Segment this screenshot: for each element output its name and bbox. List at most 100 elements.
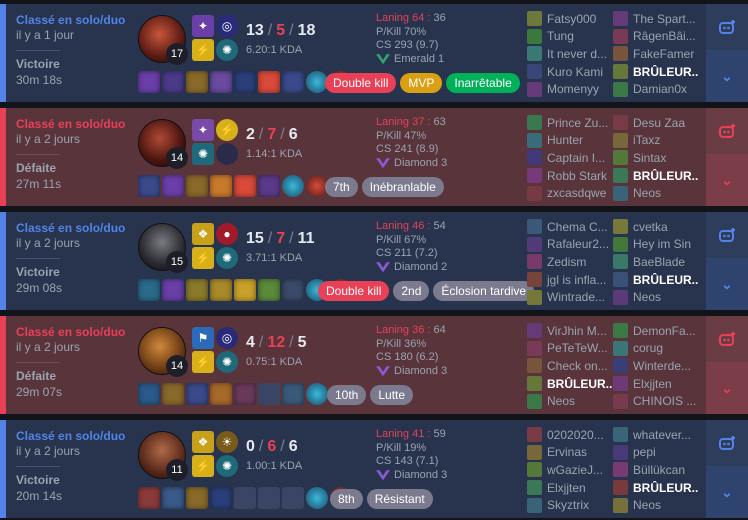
player-entry[interactable]: Kuro Kami xyxy=(527,63,613,81)
player-entry[interactable]: Ervinas xyxy=(527,444,613,462)
summoner-spell-2[interactable]: ✺ xyxy=(192,143,214,165)
item-slot[interactable] xyxy=(162,279,184,301)
player-entry[interactable]: Wintrade... xyxy=(527,288,613,306)
item-slot[interactable] xyxy=(210,487,232,509)
player-entry[interactable]: Robb Stark xyxy=(527,167,613,185)
summoner-spell-2[interactable]: ⚡ xyxy=(192,351,214,373)
player-entry[interactable]: Neos xyxy=(613,288,699,306)
player-entry[interactable]: Elxjjten xyxy=(613,375,699,393)
expand-match-button[interactable]: ⌄ xyxy=(706,258,748,310)
item-slot[interactable] xyxy=(210,175,232,197)
item-slot[interactable] xyxy=(258,383,280,405)
item-slot[interactable] xyxy=(210,383,232,405)
summoner-spell-2[interactable]: ⚡ xyxy=(192,247,214,269)
keystone-rune[interactable]: ⚡ xyxy=(216,119,238,141)
ai-analysis-button[interactable] xyxy=(706,4,748,50)
secondary-rune[interactable]: ✺ xyxy=(216,247,238,269)
secondary-rune[interactable]: ✺ xyxy=(216,455,238,477)
player-entry[interactable]: Tung xyxy=(527,28,613,46)
player-entry[interactable]: Zedism xyxy=(527,253,613,271)
player-entry[interactable]: CHINOIS ... xyxy=(613,392,699,410)
keystone-rune[interactable]: ◎ xyxy=(216,327,238,349)
player-entry[interactable]: 0202020... xyxy=(527,426,613,444)
player-entry[interactable]: The Spart... xyxy=(613,10,699,28)
item-slot[interactable] xyxy=(258,279,280,301)
current-player[interactable]: BRÛLEUR... xyxy=(613,479,699,497)
trinket-slot[interactable] xyxy=(306,487,328,509)
match-badge[interactable]: 10th xyxy=(327,385,367,405)
item-slot[interactable] xyxy=(138,487,160,509)
player-entry[interactable]: FakeFamer xyxy=(613,45,699,63)
item-slot[interactable] xyxy=(138,383,160,405)
item-slot[interactable] xyxy=(282,279,304,301)
player-entry[interactable]: Chema C... xyxy=(527,218,613,236)
player-entry[interactable]: pepi xyxy=(613,444,699,462)
player-entry[interactable]: Neos xyxy=(613,496,699,514)
secondary-rune[interactable] xyxy=(216,143,238,165)
summoner-spell-1[interactable]: ✦ xyxy=(192,15,214,37)
match-badge[interactable]: Résistant xyxy=(366,489,433,509)
player-entry[interactable]: Neos xyxy=(527,392,613,410)
item-slot[interactable] xyxy=(138,71,160,93)
current-player[interactable]: BRÛLEUR... xyxy=(613,167,699,185)
player-entry[interactable]: BaeBlade xyxy=(613,253,699,271)
match-badge[interactable]: 2nd xyxy=(393,281,430,301)
player-entry[interactable]: Hey im Sin xyxy=(613,236,699,254)
match-badge[interactable]: Inébranlable xyxy=(361,177,444,197)
player-entry[interactable]: It never d... xyxy=(527,45,613,63)
current-player[interactable]: BRÛLEUR... xyxy=(527,375,613,393)
item-slot[interactable] xyxy=(138,175,160,197)
expand-match-button[interactable]: ⌄ xyxy=(706,50,748,102)
match-row[interactable]: Classé en solo/duo il y a 2 jours Défaite 2… xyxy=(0,316,748,414)
player-entry[interactable]: Büllükcan xyxy=(613,461,699,479)
player-entry[interactable]: cvetka xyxy=(613,218,699,236)
item-slot[interactable] xyxy=(234,487,256,509)
item-slot[interactable] xyxy=(162,383,184,405)
item-slot[interactable] xyxy=(234,383,256,405)
expand-match-button[interactable]: ⌄ xyxy=(706,362,748,414)
player-entry[interactable]: jgl is infla... xyxy=(527,271,613,289)
player-entry[interactable]: Rafaleur2... xyxy=(527,236,613,254)
item-slot[interactable] xyxy=(186,71,208,93)
match-badge[interactable]: Inarrêtable xyxy=(446,73,520,93)
summoner-spell-1[interactable]: ✦ xyxy=(192,119,214,141)
item-slot[interactable] xyxy=(234,175,256,197)
match-badge[interactable]: Double kill xyxy=(318,281,390,301)
match-badge[interactable]: Lutte xyxy=(370,385,414,405)
item-slot[interactable] xyxy=(282,487,304,509)
match-badge[interactable]: MVP xyxy=(400,73,443,93)
match-row[interactable]: Classé en solo/duo il y a 2 jours Victoire… xyxy=(0,212,748,310)
player-entry[interactable]: corug xyxy=(613,340,699,358)
match-badge[interactable]: 8th xyxy=(330,489,363,509)
secondary-rune[interactable]: ✺ xyxy=(216,351,238,373)
player-entry[interactable]: Damian0x xyxy=(613,80,699,98)
player-entry[interactable]: DemonFa... xyxy=(613,322,699,340)
player-entry[interactable]: Hunter xyxy=(527,132,613,150)
item-slot[interactable] xyxy=(210,71,232,93)
match-row[interactable]: Classé en solo/duo il y a 2 jours Défaite 2… xyxy=(0,108,748,206)
summoner-spell-2[interactable]: ⚡ xyxy=(192,455,214,477)
expand-match-button[interactable]: ⌄ xyxy=(706,466,748,518)
ai-analysis-button[interactable] xyxy=(706,108,748,154)
player-entry[interactable]: Winterde... xyxy=(613,357,699,375)
player-entry[interactable]: Prince Zu... xyxy=(527,114,613,132)
trinket-slot[interactable] xyxy=(306,383,328,405)
player-entry[interactable]: PeTeTeW... xyxy=(527,340,613,358)
item-slot[interactable] xyxy=(258,175,280,197)
item-slot[interactable] xyxy=(186,279,208,301)
player-entry[interactable]: zxcasdqwe xyxy=(527,184,613,202)
match-badge[interactable]: Éclosion tardive xyxy=(433,281,535,301)
item-slot[interactable] xyxy=(258,71,280,93)
ai-analysis-button[interactable] xyxy=(706,420,748,466)
match-row[interactable]: Classé en solo/duo il y a 1 jour Victoire 3… xyxy=(0,4,748,102)
current-player[interactable]: BRÛLEUR... xyxy=(613,271,699,289)
player-entry[interactable]: Check on... xyxy=(527,357,613,375)
summoner-spell-2[interactable]: ⚡ xyxy=(192,39,214,61)
secondary-rune[interactable]: ✺ xyxy=(216,39,238,61)
player-entry[interactable]: wGazieJ... xyxy=(527,461,613,479)
item-slot[interactable] xyxy=(234,71,256,93)
item-slot[interactable] xyxy=(234,279,256,301)
player-entry[interactable]: Neos xyxy=(613,184,699,202)
item-slot[interactable] xyxy=(210,279,232,301)
current-player[interactable]: BRÛLEUR... xyxy=(613,63,699,81)
